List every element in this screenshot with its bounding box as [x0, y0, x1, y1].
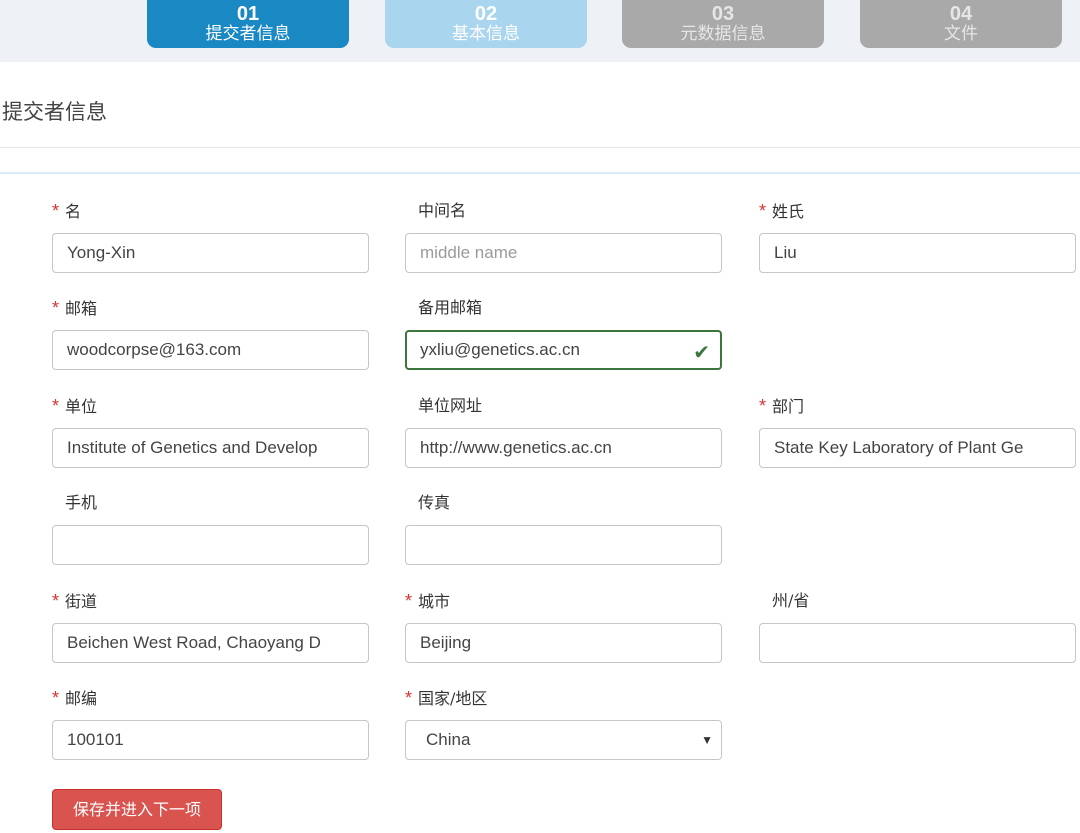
required-mark: * — [52, 591, 60, 611]
city-label: * 城市 — [405, 591, 451, 611]
org-url-label: 单位网址 — [418, 396, 483, 415]
step-progress-bar: 01 提交者信息 02 基本信息 03 元数据信息 04 文件 — [0, 0, 1080, 62]
divider — [0, 147, 1080, 148]
alt-email-value: yxliu@genetics.ac.cn — [420, 340, 580, 359]
step-3-metadata-info[interactable]: 03 元数据信息 — [622, 0, 824, 48]
last-name-label: * 姓氏 — [759, 201, 805, 221]
postcode-input[interactable]: 100101 — [52, 720, 369, 760]
city-field: * 城市 Beijing — [405, 588, 722, 663]
section-title: 提交者信息 — [2, 100, 107, 124]
fax-input[interactable] — [405, 525, 722, 565]
middle-name-label: 中间名 — [418, 201, 467, 220]
step-label: 提交者信息 — [205, 24, 291, 44]
alt-email-label: 备用邮箱 — [418, 298, 483, 317]
save-and-next-button[interactable]: 保存并进入下一项 — [52, 789, 222, 830]
country-selected-value: China — [426, 730, 471, 749]
organization-field: * 单位 Institute of Genetics and Develop — [52, 393, 369, 468]
state-label: 州/省 — [772, 591, 810, 610]
step-2-basic-info[interactable]: 02 基本信息 — [385, 0, 587, 48]
last-name-field: * 姓氏 Liu — [759, 198, 1076, 273]
city-input[interactable]: Beijing — [405, 623, 722, 663]
step-1-submitter-info[interactable]: 01 提交者信息 — [147, 0, 349, 48]
email-label: * 邮箱 — [52, 298, 98, 318]
first-name-label: * 名 — [52, 201, 82, 221]
department-field: * 部门 State Key Laboratory of Plant Ge — [759, 393, 1076, 468]
required-mark: * — [52, 201, 60, 221]
mobile-input[interactable] — [52, 525, 369, 565]
organization-label: * 单位 — [52, 396, 98, 416]
step-4-files[interactable]: 04 文件 — [860, 0, 1062, 48]
mobile-label: 手机 — [65, 493, 98, 512]
email-input[interactable]: woodcorpse@163.com — [52, 330, 369, 370]
first-name-input[interactable]: Yong-Xin — [52, 233, 369, 273]
country-field: * 国家/地区 China ▼ — [405, 685, 722, 760]
step-label: 文件 — [944, 24, 978, 44]
alt-email-input[interactable]: yxliu@genetics.ac.cn ✔ — [405, 330, 722, 370]
step-number: 01 — [236, 3, 260, 25]
required-mark: * — [405, 591, 413, 611]
caret-down-icon: ▼ — [701, 733, 713, 747]
last-name-input[interactable]: Liu — [759, 233, 1076, 273]
country-label: * 国家/地区 — [405, 688, 488, 708]
street-input[interactable]: Beichen West Road, Chaoyang D — [52, 623, 369, 663]
middle-name-input[interactable]: middle name — [405, 233, 722, 273]
fax-field: 传真 — [405, 490, 722, 565]
divider — [0, 172, 1080, 174]
step-number: 04 — [949, 3, 973, 25]
step-label: 基本信息 — [452, 24, 520, 44]
org-url-field: 单位网址 http://www.genetics.ac.cn — [405, 393, 722, 468]
state-field: 州/省 — [759, 588, 1076, 663]
step-number: 02 — [474, 3, 498, 25]
required-mark: * — [52, 396, 60, 416]
postcode-label: * 邮编 — [52, 688, 98, 708]
required-mark: * — [759, 201, 767, 221]
fax-label: 传真 — [418, 493, 451, 512]
mobile-field: 手机 — [52, 490, 369, 565]
checkmark-icon: ✔ — [693, 340, 710, 364]
street-field: * 街道 Beichen West Road, Chaoyang D — [52, 588, 369, 663]
required-mark: * — [759, 396, 767, 416]
country-select[interactable]: China ▼ — [405, 720, 722, 760]
first-name-field: * 名 Yong-Xin — [52, 198, 369, 273]
email-field: * 邮箱 woodcorpse@163.com — [52, 295, 369, 370]
department-label: * 部门 — [759, 396, 805, 416]
alt-email-field: 备用邮箱 yxliu@genetics.ac.cn ✔ — [405, 295, 722, 370]
organization-input[interactable]: Institute of Genetics and Develop — [52, 428, 369, 468]
state-input[interactable] — [759, 623, 1076, 663]
required-mark: * — [405, 688, 413, 708]
postcode-field: * 邮编 100101 — [52, 685, 369, 760]
street-label: * 街道 — [52, 591, 98, 611]
required-mark: * — [52, 298, 60, 318]
department-input[interactable]: State Key Laboratory of Plant Ge — [759, 428, 1076, 468]
step-label: 元数据信息 — [680, 24, 766, 44]
middle-name-field: 中间名 middle name — [405, 198, 722, 273]
org-url-input[interactable]: http://www.genetics.ac.cn — [405, 428, 722, 468]
required-mark: * — [52, 688, 60, 708]
step-number: 03 — [711, 3, 735, 25]
